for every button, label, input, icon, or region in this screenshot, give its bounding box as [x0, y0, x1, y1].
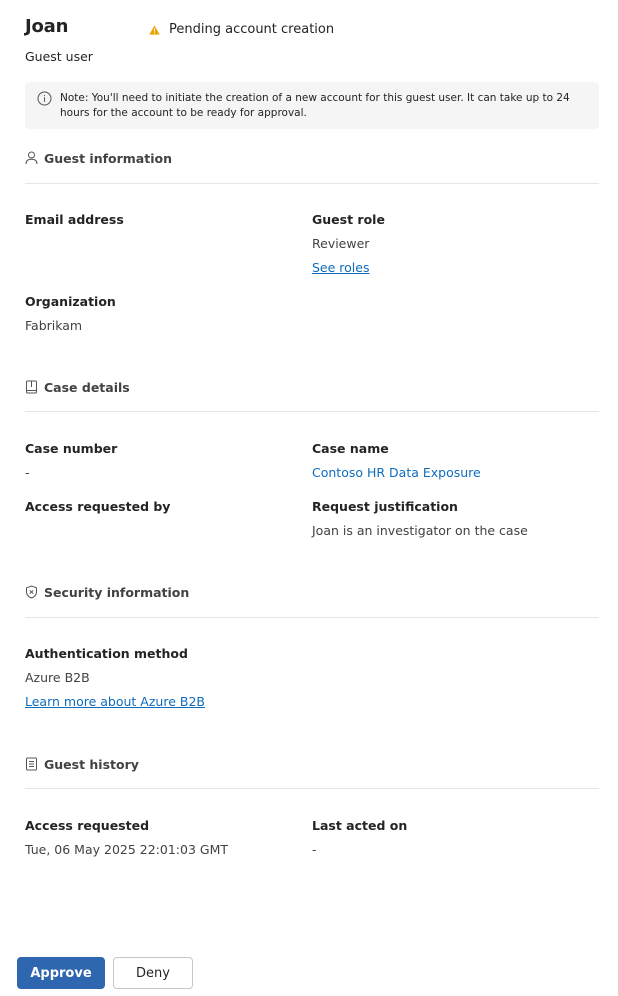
case-name-label: Case name	[312, 441, 389, 456]
authentication-method-value: Azure B2B	[25, 670, 90, 685]
request-justification-field: Request justification Joan is an investi…	[312, 498, 528, 540]
person-icon	[25, 151, 38, 165]
section-security-information: Security information	[25, 583, 599, 601]
authentication-method-field: Authentication method Azure B2B Learn mo…	[25, 645, 205, 711]
section-title: Case details	[44, 379, 130, 395]
case-number-field: Case number -	[25, 440, 117, 482]
see-roles-link[interactable]: See roles	[312, 259, 385, 277]
divider	[25, 411, 599, 412]
guest-role-value: Reviewer	[312, 236, 370, 251]
access-requested-field: Access requested Tue, 06 May 2025 22:01:…	[25, 817, 228, 859]
organization-value: Fabrikam	[25, 318, 83, 333]
section-header-guest-information: Guest information	[25, 149, 599, 167]
guest-name: Joan	[25, 16, 69, 37]
section-header-security-information: Security information	[25, 583, 599, 601]
document-icon	[26, 757, 37, 771]
case-name-link[interactable]: Contoso HR Data Exposure	[312, 464, 481, 482]
access-requested-by-field: Access requested by	[25, 498, 170, 522]
last-acted-on-label: Last acted on	[312, 818, 408, 833]
access-requested-value: Tue, 06 May 2025 22:01:03 GMT	[25, 842, 228, 857]
section-header-guest-history: Guest history	[25, 755, 599, 773]
approve-button[interactable]: Approve	[17, 957, 105, 989]
status-badge: Pending account creation	[149, 22, 334, 37]
notice-text: Note: You'll need to initiate the creati…	[60, 92, 570, 119]
divider	[25, 788, 599, 789]
guest-role-label: Guest role	[312, 212, 385, 227]
guest-role-field: Guest role Reviewer See roles	[312, 211, 385, 277]
case-number-value: -	[25, 465, 30, 480]
learn-more-azure-b2b-link[interactable]: Learn more about Azure B2B	[25, 693, 205, 711]
section-title: Guest information	[44, 150, 172, 166]
email-field: Email address	[25, 211, 124, 235]
email-label: Email address	[25, 212, 124, 227]
access-requested-by-label: Access requested by	[25, 499, 171, 514]
authentication-method-label: Authentication method	[25, 646, 188, 661]
request-justification-value: Joan is an investigator on the case	[312, 523, 528, 538]
warning-icon	[149, 24, 160, 35]
last-acted-on-value: -	[312, 842, 317, 857]
case-name-field: Case name Contoso HR Data Exposure	[312, 440, 481, 482]
organization-field: Organization Fabrikam	[25, 293, 116, 335]
guest-user-subtitle: Guest user	[25, 49, 93, 64]
section-case-details: Case details	[25, 378, 599, 396]
info-icon	[37, 91, 52, 106]
section-guest-information: Guest information	[25, 149, 599, 167]
status-text: Pending account creation	[169, 22, 335, 37]
section-guest-history: Guest history	[25, 755, 599, 773]
case-number-label: Case number	[25, 441, 118, 456]
divider	[25, 617, 599, 618]
deny-button[interactable]: Deny	[113, 957, 193, 989]
book-icon	[26, 380, 37, 394]
shield-icon	[26, 585, 37, 599]
request-justification-label: Request justification	[312, 499, 458, 514]
section-header-case-details: Case details	[25, 378, 599, 396]
organization-label: Organization	[25, 294, 116, 309]
section-title: Security information	[44, 584, 190, 600]
divider	[25, 183, 599, 184]
section-title: Guest history	[44, 756, 139, 772]
footer-actions: Approve Deny	[17, 957, 193, 989]
access-requested-label: Access requested	[25, 818, 150, 833]
last-acted-on-field: Last acted on -	[312, 817, 407, 859]
guest-user-details-panel: Joan Pending account creation Guest user…	[0, 0, 618, 996]
notice-banner: Note: You'll need to initiate the creati…	[25, 82, 599, 129]
